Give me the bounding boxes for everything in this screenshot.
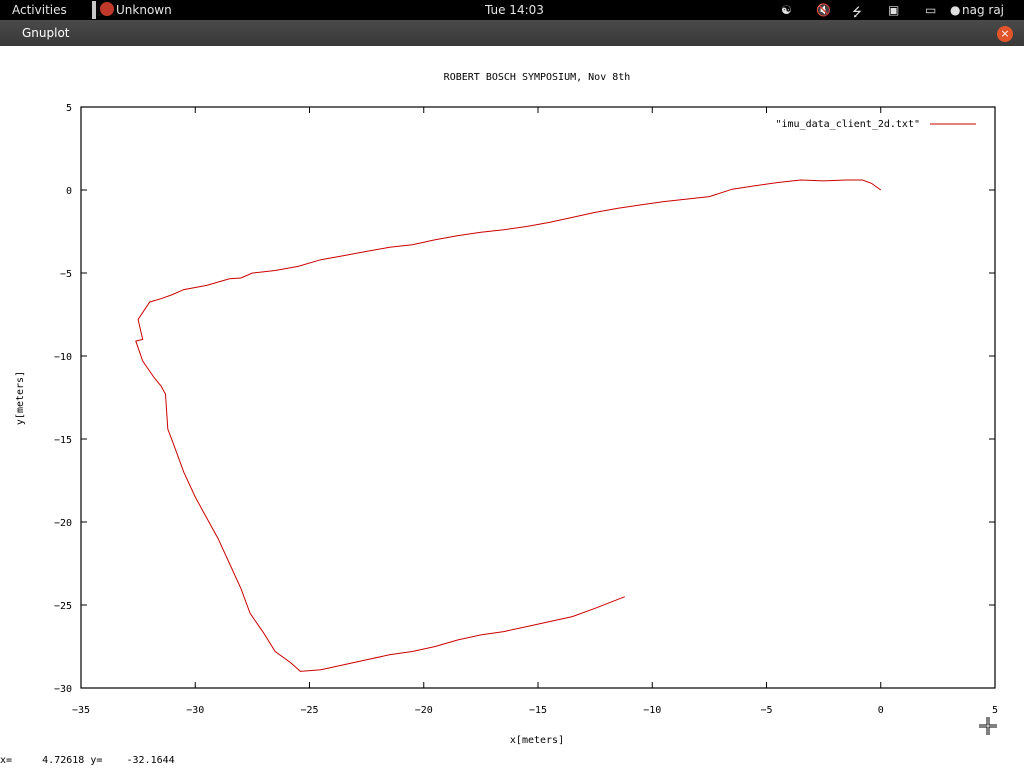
x-tick-label: −15 xyxy=(529,705,547,716)
x-tick-label: −30 xyxy=(186,705,204,716)
x-tick-label: −5 xyxy=(760,705,772,716)
coordinate-readout: x= 4.72618 y= -32.1644 xyxy=(0,755,175,766)
close-button[interactable]: × xyxy=(997,26,1013,42)
activities-button[interactable]: Activities xyxy=(12,3,67,17)
y-tick-label: −20 xyxy=(54,518,72,529)
clock[interactable]: Tue 14:03 xyxy=(485,3,544,17)
x-readout-label: x= xyxy=(0,755,13,766)
accessibility-icon[interactable]: ☯ xyxy=(781,3,792,17)
user-icon[interactable]: ● xyxy=(950,3,960,17)
y-tick-labels: −30 −25 −20 −15 −10 −5 0 5 xyxy=(54,103,72,695)
app-menu-frame xyxy=(92,1,96,19)
y-tick-label: 5 xyxy=(66,103,72,114)
y-readout-label: y= xyxy=(90,755,103,766)
x-axis-label: x[meters] xyxy=(510,735,564,746)
axis-ticks xyxy=(80,106,996,689)
user-menu[interactable]: nag raj xyxy=(962,3,1004,17)
x-tick-label: −20 xyxy=(415,705,433,716)
battery-icon[interactable]: ▭ xyxy=(925,3,936,17)
x-tick-labels: −35 −30 −25 −20 −15 −10 −5 0 5 xyxy=(72,705,998,716)
x-tick-label: 0 xyxy=(878,705,884,716)
window-title: Gnuplot xyxy=(22,26,70,40)
x-tick-label: −35 xyxy=(72,705,90,716)
x-tick-label: 5 xyxy=(992,705,998,716)
app-menu-label: Unknown xyxy=(116,3,172,17)
plot-frame xyxy=(80,106,996,689)
x-tick-label: −25 xyxy=(300,705,318,716)
x-tick-label: −10 xyxy=(643,705,661,716)
x-readout-value: 4.72618 xyxy=(42,755,85,766)
top-panel: Activities Unknown Tue 14:03 ☯ 🔇 ⭍ ▣ ▭ ●… xyxy=(0,0,1024,20)
legend-label: "imu_data_client_2d.txt" xyxy=(776,119,921,130)
app-icon xyxy=(100,2,114,16)
y-tick-label: −10 xyxy=(54,352,72,363)
series-line-imu-data xyxy=(135,179,882,672)
y-tick-label: −30 xyxy=(54,684,72,695)
chart-title: ROBERT BOSCH SYMPOSIUM, Nov 8th xyxy=(444,72,631,83)
window-titlebar[interactable]: Gnuplot xyxy=(0,20,1024,46)
plot-area: ROBERT BOSCH SYMPOSIUM, Nov 8th −35 −30 −2… xyxy=(15,72,998,746)
y-tick-label: −25 xyxy=(54,601,72,612)
y-readout-value: -32.1644 xyxy=(126,755,175,766)
y-axis-label: y[meters] xyxy=(15,371,26,425)
volume-muted-icon[interactable]: 🔇 xyxy=(816,3,831,17)
crosshair-cursor-icon xyxy=(979,717,997,735)
y-tick-label: −15 xyxy=(54,435,72,446)
network-signal-icon[interactable]: ▣ xyxy=(888,3,899,17)
y-tick-label: 0 xyxy=(66,186,72,197)
y-tick-label: −5 xyxy=(60,269,72,280)
app-menu[interactable]: Unknown xyxy=(92,0,172,20)
